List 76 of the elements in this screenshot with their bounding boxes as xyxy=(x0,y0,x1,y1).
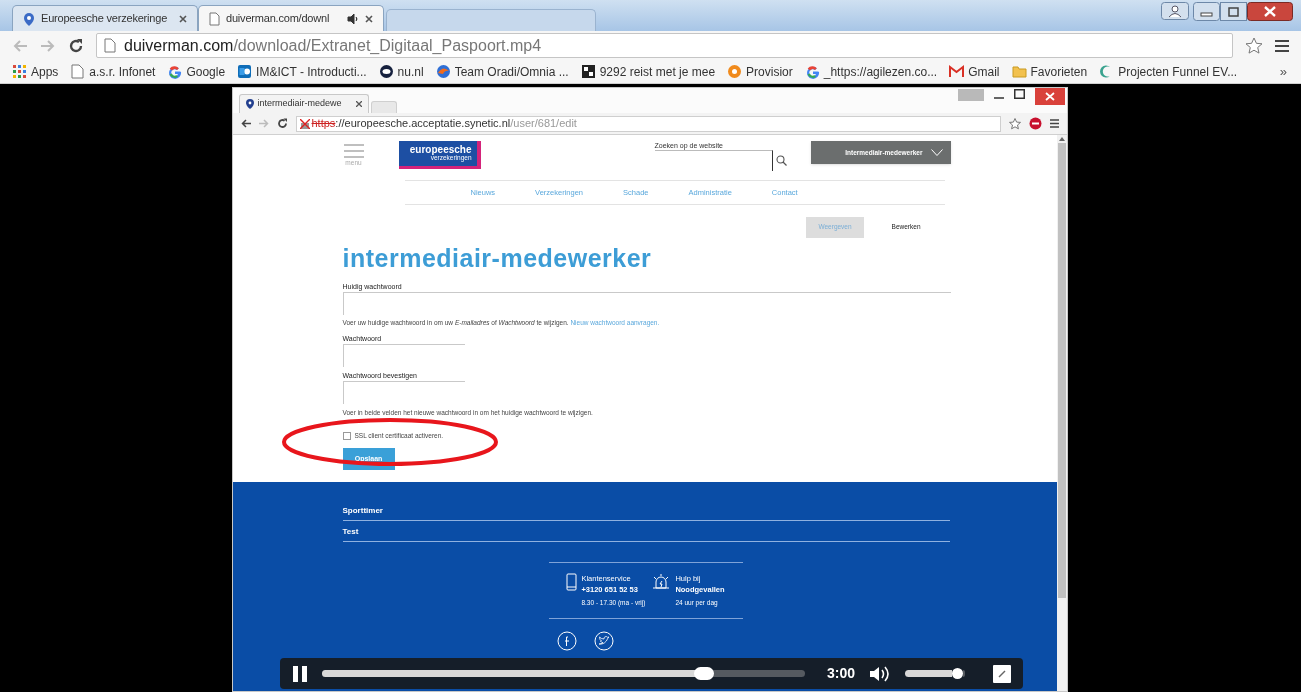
volume-track[interactable] xyxy=(962,670,965,677)
url-text: https://europeesche.acceptatie.synetic.nl/user/681/edit xyxy=(311,116,577,132)
close-icon[interactable] xyxy=(1247,2,1293,21)
bookmark[interactable]: IM&ICT - Introducti... xyxy=(237,62,367,81)
browser-tab[interactable]: intermediair-medewe xyxy=(238,94,369,113)
bookmark[interactable]: Team Oradi/Omnia ... xyxy=(435,62,569,81)
bookmark[interactable]: Apps xyxy=(12,62,59,81)
maximize-icon[interactable] xyxy=(1013,88,1025,100)
search-icon[interactable] xyxy=(775,155,787,166)
input-field[interactable] xyxy=(342,381,465,404)
facebook-icon[interactable] xyxy=(556,630,577,651)
phone-icon xyxy=(566,572,578,591)
alarm-light-icon xyxy=(651,572,672,589)
bookmark[interactable]: a.s.r. Infonet xyxy=(70,62,156,81)
bookmark[interactable]: Provisior xyxy=(727,62,793,81)
close-icon[interactable] xyxy=(355,101,362,107)
menu-icon[interactable] xyxy=(1049,119,1059,128)
bookmark[interactable]: Projecten Funnel EV... xyxy=(1099,62,1238,81)
url-text: duiverman.com/download/Extranet_Digitaal_Paspoort.mp4 xyxy=(124,35,542,56)
page-icon xyxy=(104,38,116,53)
star-icon[interactable] xyxy=(1245,36,1263,55)
scroll-up-icon[interactable] xyxy=(1058,137,1065,141)
progress-track[interactable] xyxy=(322,670,805,677)
footer-link[interactable]: Test xyxy=(342,520,950,542)
pause-icon[interactable] xyxy=(292,664,308,683)
pin-icon xyxy=(245,99,254,109)
bookmark[interactable]: Favorieten xyxy=(1011,62,1088,81)
address-bar[interactable]: https://europeesche.acceptatie.synetic.nl/user/681/edit xyxy=(295,115,1001,132)
twitter-icon[interactable] xyxy=(593,630,614,651)
menu-icon[interactable] xyxy=(1275,38,1289,53)
back-icon[interactable] xyxy=(240,119,251,128)
site-icon xyxy=(237,64,253,79)
time-label: 3:00 xyxy=(827,664,855,683)
star-icon[interactable] xyxy=(1008,117,1021,130)
site-icon xyxy=(727,64,743,79)
progress-thumb[interactable] xyxy=(693,667,714,680)
scrollbar-thumb[interactable] xyxy=(1057,143,1066,598)
site-icon xyxy=(167,64,183,79)
reload-icon[interactable] xyxy=(68,37,84,54)
pin-icon xyxy=(23,11,35,26)
bookmark[interactable]: _https://agilezen.co... xyxy=(804,62,938,81)
page-icon xyxy=(209,11,220,26)
search-field[interactable] xyxy=(654,150,773,171)
site-icon xyxy=(378,64,394,79)
fullscreen-icon[interactable] xyxy=(993,664,1011,683)
bookmark[interactable]: Google xyxy=(167,62,226,81)
footer-link[interactable]: Sporttimer xyxy=(342,499,950,521)
more-bookmarks-button[interactable]: » xyxy=(1279,61,1287,82)
site-icon xyxy=(435,64,451,79)
browser-tab[interactable]: duiverman.com/downl xyxy=(198,5,384,31)
close-icon[interactable] xyxy=(1034,88,1065,105)
volume-icon[interactable] xyxy=(869,664,891,683)
page-title: intermediair-medewerker xyxy=(342,243,653,274)
browser-tab[interactable]: Europeesche verzekeringe xyxy=(12,5,198,31)
profile-icon[interactable] xyxy=(1161,2,1189,20)
folder-icon xyxy=(1011,64,1027,79)
site-icon xyxy=(580,64,596,79)
close-icon[interactable] xyxy=(179,14,187,23)
site-icon xyxy=(804,64,820,79)
address-bar[interactable]: duiverman.com/download/Extranet_Digitaal_Paspoort.mp4 xyxy=(96,33,1233,58)
volume-thumb[interactable] xyxy=(951,668,963,679)
input-field[interactable] xyxy=(342,292,951,315)
page-icon xyxy=(70,64,86,79)
bookmark[interactable]: Gmail xyxy=(949,62,1000,81)
adblock-icon[interactable] xyxy=(1028,117,1042,130)
input-field[interactable] xyxy=(342,344,465,367)
bookmark[interactable]: nu.nl xyxy=(378,62,424,81)
chevron-icon xyxy=(930,149,943,156)
site-icon xyxy=(949,64,965,79)
close-icon[interactable] xyxy=(365,14,373,23)
checkbox[interactable] xyxy=(342,431,351,440)
restore-icon[interactable] xyxy=(1220,2,1247,21)
reload-icon[interactable] xyxy=(276,118,288,129)
minimize-icon[interactable] xyxy=(1193,2,1220,21)
grid-icon xyxy=(12,64,27,79)
bookmark[interactable]: 9292 reist met je mee xyxy=(580,62,716,81)
